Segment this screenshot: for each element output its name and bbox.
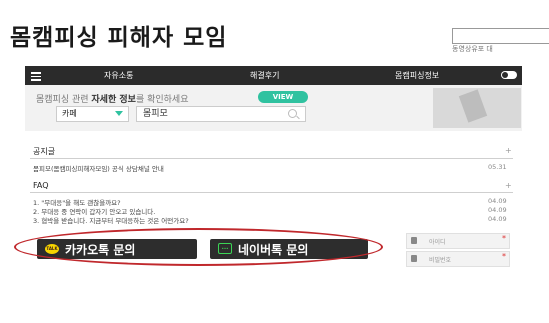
- info-highlight: 자세한 정보: [91, 95, 136, 105]
- search-input[interactable]: 몸피모: [136, 106, 306, 122]
- lock-icon: [411, 255, 417, 262]
- notice-item[interactable]: 몸피모(몸캠피싱피해자모임) 공식 상담채널 안내: [33, 163, 164, 173]
- info-text: 몸캠피싱 관련 자세한 정보를 확인하세요: [36, 92, 189, 105]
- search-query: 몸피모: [143, 109, 168, 119]
- faq-date: 04.09: [488, 206, 507, 214]
- notice-heading[interactable]: 공지글: [33, 146, 55, 157]
- nav-item-free-talk[interactable]: 자유소통: [104, 70, 133, 81]
- top-search-box[interactable]: [452, 28, 549, 44]
- faq-heading[interactable]: FAQ: [33, 181, 49, 190]
- info-prefix: 몸캠피싱 관련: [36, 95, 92, 105]
- user-icon: [411, 237, 417, 244]
- search-icon[interactable]: [288, 109, 297, 118]
- category-select[interactable]: 카페: [56, 106, 129, 122]
- info-suffix: 를 확인하세요: [135, 95, 189, 105]
- password-placeholder: 비밀번호: [429, 257, 452, 264]
- banner-image: [433, 88, 521, 128]
- notice-date: 05.31: [488, 163, 507, 171]
- id-placeholder: 아이디: [429, 239, 446, 246]
- divider: [30, 192, 513, 193]
- top-links[interactable]: 동영상유포 대: [452, 44, 493, 54]
- category-value: 카페: [62, 109, 77, 118]
- nav-bar: 자유소통 해결후기 몸캠피싱정보: [25, 66, 522, 85]
- menu-icon[interactable]: [31, 70, 41, 83]
- required-mark: *: [502, 252, 506, 261]
- view-button[interactable]: VIEW: [258, 91, 308, 103]
- page-title: 몸캠피싱 피해자 모임: [10, 25, 228, 51]
- required-mark: *: [502, 234, 506, 243]
- faq-item[interactable]: 3. 협박을 받습니다. 지금부터 무대응하는 것은 어떤가요?: [33, 215, 189, 225]
- divider: [30, 158, 513, 159]
- faq-more-icon[interactable]: +: [505, 181, 512, 190]
- password-field[interactable]: 비밀번호 *: [406, 251, 510, 267]
- faq-date: 04.09: [488, 197, 507, 205]
- nav-item-info[interactable]: 몸캠피싱정보: [395, 70, 439, 81]
- id-field[interactable]: 아이디 *: [406, 233, 510, 249]
- chevron-down-icon: [115, 111, 123, 116]
- toggle-icon[interactable]: [501, 71, 517, 79]
- highlight-oval: [14, 228, 383, 266]
- notice-more-icon[interactable]: +: [505, 146, 512, 155]
- nav-item-reviews[interactable]: 해결후기: [250, 70, 279, 81]
- faq-date: 04.09: [488, 215, 507, 223]
